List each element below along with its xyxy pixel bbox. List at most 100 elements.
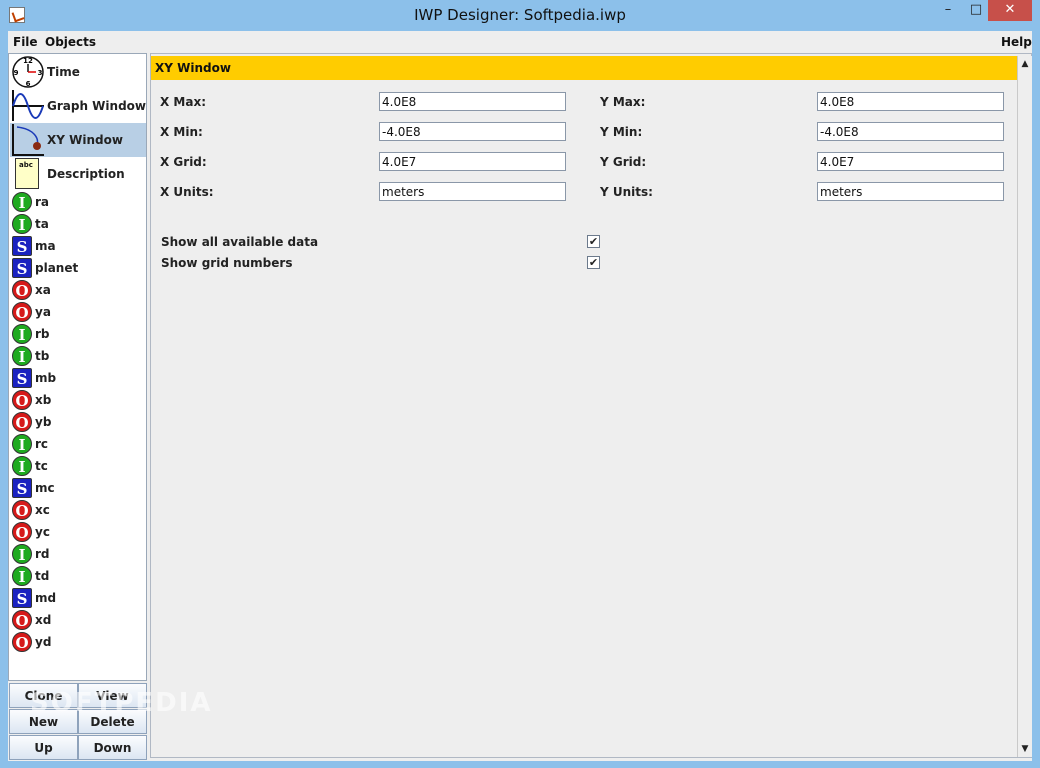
variable-item-rc[interactable]: Irc: [10, 433, 146, 455]
output-variable-icon: O: [12, 390, 32, 410]
xy-trajectory-icon: [12, 124, 44, 156]
y-max-input[interactable]: [817, 92, 1004, 111]
variable-label: tc: [35, 459, 48, 473]
output-variable-icon: O: [12, 522, 32, 542]
clone-button[interactable]: Clone: [9, 683, 78, 708]
y-grid-input[interactable]: [817, 152, 1004, 171]
variable-item-yc[interactable]: Oyc: [10, 521, 146, 543]
variable-label: yc: [35, 525, 50, 539]
sine-graph-icon: [12, 90, 44, 121]
variable-item-md[interactable]: Smd: [10, 587, 146, 609]
scroll-up-arrow-icon[interactable]: ▲: [1018, 56, 1032, 72]
variable-label: yb: [35, 415, 52, 429]
object-item-time[interactable]: 12 3 6 9 Time: [10, 55, 146, 89]
y-min-input[interactable]: [817, 122, 1004, 141]
y-units-input[interactable]: [817, 182, 1004, 201]
view-button[interactable]: View: [78, 683, 147, 708]
object-list[interactable]: 12 3 6 9 Time Graph Window XY Window abc…: [8, 53, 147, 681]
clock-digit-12: 12: [23, 57, 33, 65]
input-variable-icon: I: [12, 214, 32, 234]
y-max-label: Y Max:: [600, 95, 646, 109]
output-variable-icon: O: [12, 500, 32, 520]
x-max-label: X Max:: [160, 95, 207, 109]
variable-item-xb[interactable]: Oxb: [10, 389, 146, 411]
panel-header: XY Window: [151, 56, 1017, 80]
minimize-button[interactable]: –: [934, 0, 962, 21]
output-variable-icon: O: [12, 632, 32, 652]
client-area: File Objects Help 12 3 6 9 Time Graph Wi…: [8, 31, 1032, 761]
variable-label: tb: [35, 349, 50, 363]
variable-item-xa[interactable]: Oxa: [10, 279, 146, 301]
variable-item-xd[interactable]: Oxd: [10, 609, 146, 631]
note-icon-text: abc: [19, 161, 33, 169]
variable-label: rd: [35, 547, 50, 561]
menu-help[interactable]: Help: [1001, 35, 1032, 49]
menu-objects[interactable]: Objects: [45, 35, 96, 49]
variable-item-rb[interactable]: Irb: [10, 323, 146, 345]
clock-digit-9: 9: [14, 69, 19, 77]
variable-label: md: [35, 591, 57, 605]
up-button[interactable]: Up: [9, 735, 78, 760]
x-units-input[interactable]: [379, 182, 566, 201]
input-variable-icon: I: [12, 566, 32, 586]
y-grid-label: Y Grid:: [600, 155, 647, 169]
x-units-label: X Units:: [160, 185, 214, 199]
state-variable-icon: S: [12, 588, 32, 608]
window-title: IWP Designer: Softpedia.iwp: [414, 6, 626, 24]
object-item-label: Description: [47, 167, 125, 181]
variable-label: td: [35, 569, 50, 583]
object-item-graph-window[interactable]: Graph Window: [10, 89, 146, 123]
variable-label: planet: [35, 261, 79, 275]
variable-item-yd[interactable]: Oyd: [10, 631, 146, 653]
variable-item-xc[interactable]: Oxc: [10, 499, 146, 521]
variable-item-ya[interactable]: Oya: [10, 301, 146, 323]
input-variable-icon: I: [12, 346, 32, 366]
variable-item-tb[interactable]: Itb: [10, 345, 146, 367]
variable-item-ta[interactable]: Ita: [10, 213, 146, 235]
down-button[interactable]: Down: [78, 735, 147, 760]
object-item-label: Time: [47, 65, 80, 79]
variable-item-ra[interactable]: Ira: [10, 191, 146, 213]
menu-file[interactable]: File: [13, 35, 38, 49]
variable-item-mc[interactable]: Smc: [10, 477, 146, 499]
variable-label: ra: [35, 195, 50, 209]
object-item-xy-window[interactable]: XY Window: [10, 123, 146, 157]
variable-item-tc[interactable]: Itc: [10, 455, 146, 477]
note-icon: abc: [15, 158, 39, 189]
panel-title: XY Window: [155, 61, 231, 75]
panel-scrollbar[interactable]: ▲ ▼: [1017, 56, 1032, 757]
output-variable-icon: O: [12, 302, 32, 322]
show-grid-numbers-checkbox[interactable]: ✔: [587, 256, 600, 269]
variable-item-yb[interactable]: Oyb: [10, 411, 146, 433]
x-min-label: X Min:: [160, 125, 203, 139]
y-min-label: Y Min:: [600, 125, 643, 139]
variable-item-planet[interactable]: Splanet: [10, 257, 146, 279]
close-button[interactable]: ✕: [988, 0, 1032, 21]
object-item-description[interactable]: abc Description: [10, 157, 146, 191]
show-all-data-checkbox[interactable]: ✔: [587, 235, 600, 248]
variable-item-ma[interactable]: Sma: [10, 235, 146, 257]
show-all-data-label: Show all available data: [161, 235, 319, 249]
maximize-button[interactable]: □: [962, 0, 990, 21]
variable-item-mb[interactable]: Smb: [10, 367, 146, 389]
variable-label: xa: [35, 283, 51, 297]
input-variable-icon: I: [12, 324, 32, 344]
state-variable-icon: S: [12, 368, 32, 388]
x-min-input[interactable]: [379, 122, 566, 141]
app-window: IWP Designer: Softpedia.iwp – □ ✕ File O…: [0, 0, 1040, 768]
variable-label: ma: [35, 239, 56, 253]
x-max-input[interactable]: [379, 92, 566, 111]
input-variable-icon: I: [12, 456, 32, 476]
variable-item-rd[interactable]: Ird: [10, 543, 146, 565]
new-button[interactable]: New: [9, 709, 78, 734]
clock-digit-6: 6: [26, 80, 31, 88]
variable-item-td[interactable]: Itd: [10, 565, 146, 587]
state-variable-icon: S: [12, 258, 32, 278]
x-grid-input[interactable]: [379, 152, 566, 171]
variable-label: rb: [35, 327, 50, 341]
input-variable-icon: I: [12, 544, 32, 564]
variable-label: xb: [35, 393, 52, 407]
scroll-down-arrow-icon[interactable]: ▼: [1018, 741, 1032, 757]
title-bar[interactable]: IWP Designer: Softpedia.iwp – □ ✕: [0, 0, 1040, 30]
delete-button[interactable]: Delete: [78, 709, 147, 734]
